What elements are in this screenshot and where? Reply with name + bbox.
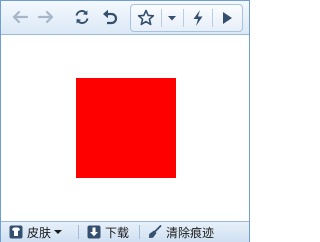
favorite-dropdown-button[interactable] [162, 7, 182, 29]
play-button[interactable] [216, 7, 238, 29]
undo-button[interactable] [99, 6, 121, 28]
status-divider [78, 225, 79, 239]
star-icon [137, 9, 155, 27]
chevron-down-icon [167, 14, 177, 22]
refresh-button[interactable] [71, 6, 93, 28]
back-button[interactable] [9, 6, 31, 28]
toolbar-button-group [130, 4, 243, 32]
toolbar [1, 1, 249, 35]
clear-traces-label: 清除痕迹 [166, 225, 215, 240]
speed-mode-button[interactable] [187, 7, 209, 29]
forward-button[interactable] [35, 6, 57, 28]
broom-icon [148, 225, 162, 239]
refresh-icon [73, 8, 91, 26]
undo-icon [101, 8, 119, 26]
toolbar-divider [212, 9, 213, 27]
play-icon [221, 11, 233, 25]
clear-traces-button[interactable]: 清除痕迹 [148, 224, 214, 240]
toolbar-divider [183, 9, 184, 27]
page-content [1, 35, 249, 220]
favorite-button[interactable] [135, 7, 157, 29]
forward-arrow-icon [37, 9, 55, 25]
download-icon [87, 225, 101, 239]
status-bar: 皮肤 下载 清除痕迹 [1, 221, 249, 242]
download-button[interactable]: 下载 [87, 224, 129, 240]
download-label: 下载 [105, 225, 130, 240]
skin-icon [9, 225, 23, 239]
lightning-icon [191, 9, 205, 27]
back-arrow-icon [11, 9, 29, 25]
status-divider [139, 225, 140, 239]
browser-window: 皮肤 下载 清除痕迹 [0, 0, 250, 242]
red-square [76, 78, 176, 178]
skin-menu-button[interactable]: 皮肤 [9, 224, 63, 240]
chevron-down-icon [54, 229, 63, 235]
skin-label: 皮肤 [27, 225, 52, 240]
